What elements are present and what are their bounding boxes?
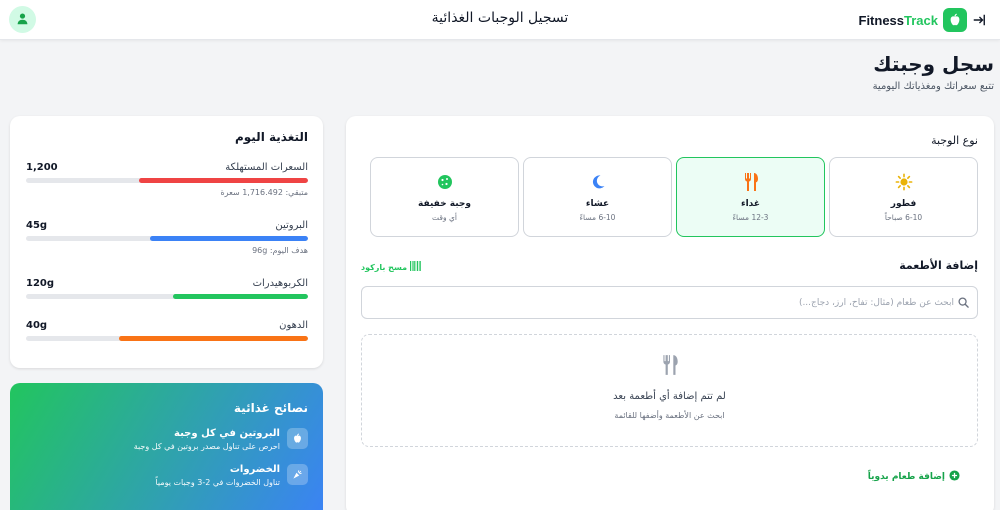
progress-fill <box>150 236 308 241</box>
metric-fat: الدهون 40g <box>26 320 308 350</box>
metric-calories: السعرات المستهلكة 1,200 متبقي: 1,716.492… <box>26 162 308 208</box>
tip-text: تناول الخضروات في 2-3 وجبات يومياً <box>155 478 280 487</box>
meal-type-snack[interactable]: وجبة خفيفة أي وقت <box>370 157 519 237</box>
user-icon <box>16 10 29 29</box>
metric-note: هدف اليوم: 96g <box>252 246 308 255</box>
meal-type-breakfast[interactable]: فطور 6-10 صباحاً <box>829 157 978 237</box>
user-profile-button[interactable] <box>9 6 36 33</box>
brand-name: FitnessTrack <box>858 12 939 28</box>
metric-note: متبقي: 1,716.492 سعرة <box>220 188 308 197</box>
empty-food-list: لم تتم إضافة أي أطعمة بعد ابحث عن الأطعم… <box>361 334 978 447</box>
tip-title: الخضروات <box>229 464 280 475</box>
page-heading: تسجيل الوجبات الغذائية <box>431 10 569 26</box>
brand[interactable]: FitnessTrack <box>859 7 987 33</box>
sun-icon <box>895 172 913 192</box>
meal-type-lunch[interactable]: غداء 12-3 مساءً <box>676 157 825 237</box>
nutrition-tips-card: نصائح غذائية البروتين في كل وجبة احرص عل… <box>10 383 323 510</box>
food-search-input[interactable] <box>394 297 954 308</box>
logout-icon[interactable] <box>972 13 986 27</box>
progress-fill <box>138 178 308 183</box>
nutrition-today-card: التغذية اليوم السعرات المستهلكة 1,200 مت… <box>10 116 323 368</box>
meal-type-name: غداء <box>740 199 761 209</box>
top-bar: تسجيل الوجبات الغذائية FitnessTrack <box>0 0 1000 40</box>
utensils-icon <box>660 354 680 380</box>
cookie-icon <box>437 172 453 192</box>
empty-title: لم تتم إضافة أي أطعمة بعد <box>613 391 726 402</box>
metric-carbs: الكربوهيدرات 120g <box>26 278 308 308</box>
metric-label: الدهون <box>279 320 308 331</box>
apple-logo-icon <box>943 8 967 32</box>
meal-type-name: وجبة خفيفة <box>418 199 471 209</box>
progress-fill <box>172 294 308 299</box>
progress-track <box>26 236 308 241</box>
utensils-icon <box>742 172 760 192</box>
progress-fill <box>119 336 308 341</box>
metric-value: 45g <box>26 220 48 231</box>
metric-value: 40g <box>26 320 48 331</box>
tips-title: نصائح غذائية <box>233 401 308 415</box>
meal-type-time: أي وقت <box>432 213 457 222</box>
carrot-icon <box>287 464 308 485</box>
barcode-icon <box>410 261 422 273</box>
search-icon <box>958 293 969 312</box>
metric-label: البروتين <box>275 220 308 231</box>
meal-type-name: عشاء <box>585 199 610 209</box>
page-title: سجل وجبتك <box>873 52 994 76</box>
progress-track <box>26 336 308 341</box>
metric-label: الكربوهيدرات <box>252 278 308 289</box>
tip-text: احرص على تناول مصدر بروتين في كل وجبة <box>133 442 280 451</box>
progress-track <box>26 178 308 183</box>
metric-value: 120g <box>26 278 55 289</box>
add-foods-title: إضافة الأطعمة <box>899 259 978 272</box>
nutrition-title: التغذية اليوم <box>234 130 308 144</box>
meal-type-label: نوع الوجبة <box>931 134 978 147</box>
tip-item: البروتين في كل وجبة احرص على تناول مصدر … <box>26 428 308 451</box>
metric-protein: البروتين 45g هدف اليوم: 96g <box>26 220 308 266</box>
empty-text: ابحث عن الأطعمة وأضفها للقائمة <box>614 411 725 420</box>
scan-barcode-label: مسح باركود <box>361 262 408 272</box>
metric-value: 1,200 <box>26 162 58 173</box>
scan-barcode-button[interactable]: مسح باركود <box>361 261 422 273</box>
add-food-manually-label: إضافة طعام يدوياً <box>867 472 945 482</box>
metric-label: السعرات المستهلكة <box>225 162 308 173</box>
add-food-manually-button[interactable]: إضافة طعام يدوياً <box>868 470 960 484</box>
tip-item: الخضروات تناول الخضروات في 2-3 وجبات يوم… <box>26 464 308 487</box>
food-search-box[interactable] <box>361 286 978 319</box>
plus-circle-icon <box>949 470 960 484</box>
apple-icon <box>287 428 308 449</box>
meal-type-time: 6-10 مساءً <box>579 213 616 222</box>
meal-type-time: 12-3 مساءً <box>732 213 769 222</box>
meal-type-selector: فطور 6-10 صباحاً غداء 12-3 مساءً عشاء 6-… <box>362 157 978 237</box>
meal-type-name: فطور <box>890 199 917 209</box>
moon-icon <box>590 172 606 192</box>
tip-title: البروتين في كل وجبة <box>174 428 280 439</box>
meal-log-card: نوع الوجبة فطور 6-10 صباحاً غداء 12-3 مس… <box>346 116 994 510</box>
page-subtitle: تتبع سعراتك ومغذياتك اليومية <box>872 81 994 92</box>
progress-track <box>26 294 308 299</box>
meal-type-dinner[interactable]: عشاء 6-10 مساءً <box>523 157 672 237</box>
meal-type-time: 6-10 صباحاً <box>884 213 923 222</box>
